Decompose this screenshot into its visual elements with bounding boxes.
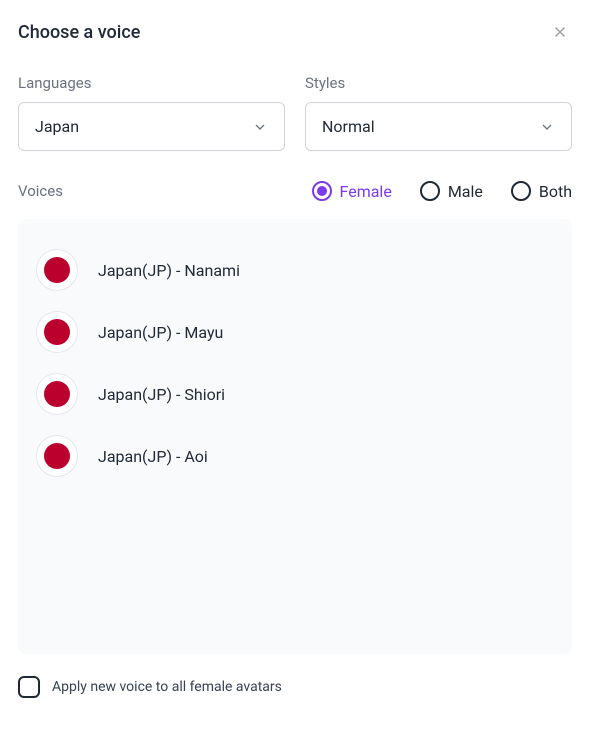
radio-label-male: Male (448, 182, 483, 201)
japan-flag-icon (36, 373, 78, 415)
voice-name: Japan(JP) - Shiori (98, 385, 225, 404)
styles-value: Normal (322, 117, 375, 136)
voices-list[interactable]: Japan(JP) - Nanami Japan(JP) - Mayu Japa… (18, 219, 572, 654)
languages-label: Languages (18, 74, 285, 92)
radio-icon (312, 181, 332, 201)
gender-radio-female[interactable]: Female (312, 181, 392, 201)
japan-flag-icon (36, 311, 78, 353)
voices-label: Voices (18, 182, 63, 200)
japan-flag-icon (36, 435, 78, 477)
close-icon (551, 23, 569, 41)
radio-label-both: Both (539, 182, 572, 201)
voice-name: Japan(JP) - Mayu (98, 323, 223, 342)
gender-radio-group: Female Male Both (312, 181, 572, 201)
radio-icon (420, 181, 440, 201)
voice-item[interactable]: Japan(JP) - Nanami (36, 239, 554, 301)
voice-name: Japan(JP) - Aoi (98, 447, 208, 466)
languages-select[interactable]: Japan (18, 102, 285, 151)
japan-flag-icon (36, 249, 78, 291)
voice-item[interactable]: Japan(JP) - Aoi (36, 425, 554, 487)
styles-select[interactable]: Normal (305, 102, 572, 151)
radio-label-female: Female (340, 182, 392, 201)
close-button[interactable] (548, 20, 572, 44)
gender-radio-both[interactable]: Both (511, 181, 572, 201)
radio-icon (511, 181, 531, 201)
styles-label: Styles (305, 74, 572, 92)
apply-all-checkbox[interactable] (18, 676, 40, 698)
dialog-title: Choose a voice (18, 22, 140, 43)
voice-item[interactable]: Japan(JP) - Mayu (36, 301, 554, 363)
gender-radio-male[interactable]: Male (420, 181, 483, 201)
chevron-down-icon (539, 119, 555, 135)
voice-name: Japan(JP) - Nanami (98, 261, 240, 280)
voice-item[interactable]: Japan(JP) - Shiori (36, 363, 554, 425)
chevron-down-icon (252, 119, 268, 135)
apply-all-label: Apply new voice to all female avatars (52, 679, 282, 695)
languages-value: Japan (35, 117, 79, 136)
